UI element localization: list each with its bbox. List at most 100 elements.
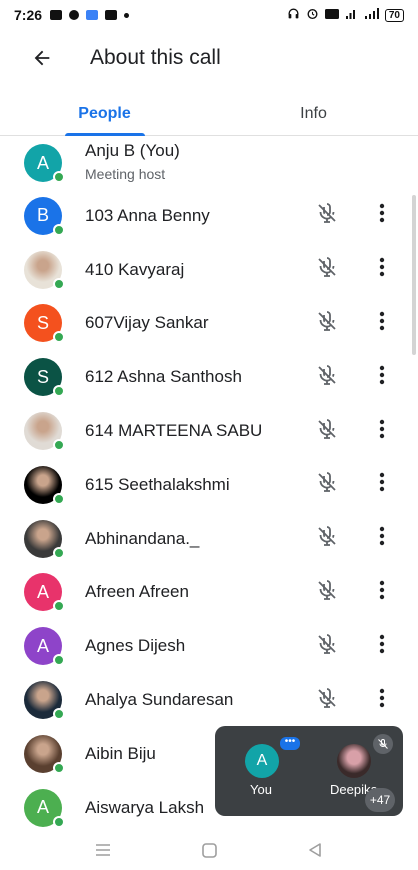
notification-icons bbox=[50, 10, 130, 20]
participant-name: Afreen Afreen bbox=[85, 582, 189, 602]
more-options-button[interactable] bbox=[370, 686, 394, 714]
list-item-host[interactable]: A Anju B (You) Meeting host bbox=[0, 137, 418, 189]
avatar-container bbox=[24, 250, 65, 290]
avatar-container: S bbox=[24, 304, 65, 344]
avatar-container bbox=[24, 412, 65, 452]
mute-participant-button[interactable] bbox=[313, 471, 341, 499]
participant-name: Agnes Dijesh bbox=[85, 636, 186, 656]
participant-name: 410 Kavyaraj bbox=[85, 259, 185, 279]
mute-participant-button[interactable] bbox=[313, 256, 341, 284]
list-item[interactable]: Abhinandana._ bbox=[0, 512, 418, 566]
avatar-container: B bbox=[24, 196, 65, 236]
status-bar: 7:26 70 bbox=[0, 0, 418, 30]
more-options-button[interactable] bbox=[370, 417, 394, 445]
mute-participant-button[interactable] bbox=[313, 363, 341, 391]
tab-info[interactable]: Info bbox=[209, 92, 418, 135]
mic-off-icon bbox=[315, 417, 339, 446]
recents-button[interactable] bbox=[90, 839, 116, 861]
home-square-icon bbox=[201, 842, 217, 858]
more-options-button[interactable] bbox=[370, 363, 394, 391]
participant-text: Aibin Biju bbox=[85, 744, 156, 764]
list-item[interactable]: A Agnes Dijesh bbox=[0, 619, 418, 673]
list-item[interactable]: 615 Seethalakshmi bbox=[0, 458, 418, 512]
participant-name: 612 Ashna Santhosh bbox=[85, 367, 242, 387]
online-status-icon bbox=[53, 492, 65, 505]
mic-off-icon bbox=[315, 470, 339, 499]
online-status-icon bbox=[53, 223, 65, 236]
online-status-icon bbox=[53, 331, 65, 344]
participant-name: 103 Anna Benny bbox=[85, 205, 210, 225]
more-notifications-icon bbox=[124, 12, 130, 18]
system-nav-bar bbox=[0, 830, 418, 870]
list-item[interactable]: S 612 Ashna Santhosh bbox=[0, 350, 418, 404]
mic-off-icon bbox=[315, 363, 339, 392]
mute-participant-button[interactable] bbox=[313, 578, 341, 606]
more-vert-icon bbox=[379, 580, 385, 605]
online-status-icon bbox=[53, 708, 65, 721]
avatar-container bbox=[24, 681, 65, 721]
online-status-icon bbox=[53, 439, 65, 452]
participant-name: Anju B (You) bbox=[85, 141, 180, 160]
mute-participant-button[interactable] bbox=[313, 686, 341, 714]
participant-name: 607Vijay Sankar bbox=[85, 313, 209, 333]
mic-off-icon bbox=[315, 632, 339, 661]
tab-active-indicator bbox=[64, 133, 145, 136]
app-bar: About this call bbox=[0, 36, 418, 80]
avatar-container: A bbox=[24, 144, 65, 183]
more-options-button[interactable] bbox=[370, 525, 394, 553]
participant-text: 410 Kavyaraj bbox=[85, 260, 184, 280]
back-triangle-icon bbox=[309, 843, 321, 857]
scrollbar[interactable] bbox=[412, 195, 416, 355]
list-item[interactable]: A Afreen Afreen bbox=[0, 566, 418, 620]
avatar-container bbox=[24, 465, 65, 505]
mic-off-icon bbox=[315, 309, 339, 338]
back-nav-button[interactable] bbox=[302, 839, 328, 861]
participant-text: Aiswarya Laksh bbox=[85, 798, 204, 818]
participant-text: 607Vijay Sankar bbox=[85, 313, 209, 333]
more-vert-icon bbox=[379, 419, 385, 444]
mute-participant-button[interactable] bbox=[313, 417, 341, 445]
picture-in-picture[interactable]: ••• A You Deepika +47 bbox=[215, 726, 403, 816]
online-status-icon bbox=[53, 277, 65, 290]
participant-name: 614 MARTEENA SABU bbox=[85, 421, 263, 441]
more-options-button[interactable] bbox=[370, 309, 394, 337]
more-participants-badge[interactable]: +47 bbox=[365, 788, 395, 812]
more-options-button[interactable] bbox=[370, 202, 394, 230]
participant-name: Abhinandana._ bbox=[85, 528, 200, 548]
list-item[interactable]: B 103 Anna Benny bbox=[0, 189, 418, 243]
mute-participant-button[interactable] bbox=[313, 632, 341, 660]
host-text: Anju B (You) Meeting host bbox=[85, 141, 180, 182]
tab-bar: People Info bbox=[0, 92, 418, 136]
camera-notification-icon bbox=[50, 10, 63, 20]
participant-name: Aibin Biju bbox=[85, 743, 156, 763]
participant-text: Ahalya Sundaresan bbox=[85, 690, 233, 710]
list-item[interactable]: 614 MARTEENA SABU bbox=[0, 404, 418, 458]
volte-icon bbox=[324, 8, 339, 23]
page-title: About this call bbox=[90, 46, 221, 69]
tab-people[interactable]: People bbox=[0, 92, 209, 136]
files-icon bbox=[86, 10, 99, 20]
more-options-button[interactable] bbox=[370, 256, 394, 284]
avatar-container: A bbox=[24, 788, 65, 828]
more-options-button[interactable] bbox=[370, 578, 394, 606]
more-options-icon[interactable]: ••• bbox=[280, 737, 300, 750]
mute-participant-button[interactable] bbox=[313, 309, 341, 337]
mute-participant-button[interactable] bbox=[313, 202, 341, 230]
online-status-icon bbox=[53, 600, 65, 613]
list-item[interactable]: 410 Kavyaraj bbox=[0, 243, 418, 297]
more-vert-icon bbox=[379, 526, 385, 551]
participant-name: 615 Seethalakshmi bbox=[85, 474, 230, 494]
mute-participant-button[interactable] bbox=[313, 525, 341, 553]
more-vert-icon bbox=[379, 472, 385, 497]
avatar-container bbox=[24, 734, 65, 774]
alarm-icon bbox=[306, 7, 319, 23]
list-item[interactable]: Ahalya Sundaresan bbox=[0, 673, 418, 727]
list-item[interactable]: S 607Vijay Sankar bbox=[0, 297, 418, 351]
more-options-button[interactable] bbox=[370, 632, 394, 660]
home-button[interactable] bbox=[196, 839, 222, 861]
back-button[interactable] bbox=[20, 36, 64, 80]
more-options-button[interactable] bbox=[370, 471, 394, 499]
avatar-container: A bbox=[24, 627, 65, 667]
participant-text: Abhinandana._ bbox=[85, 529, 199, 549]
participant-text: 612 Ashna Santhosh bbox=[85, 367, 242, 387]
